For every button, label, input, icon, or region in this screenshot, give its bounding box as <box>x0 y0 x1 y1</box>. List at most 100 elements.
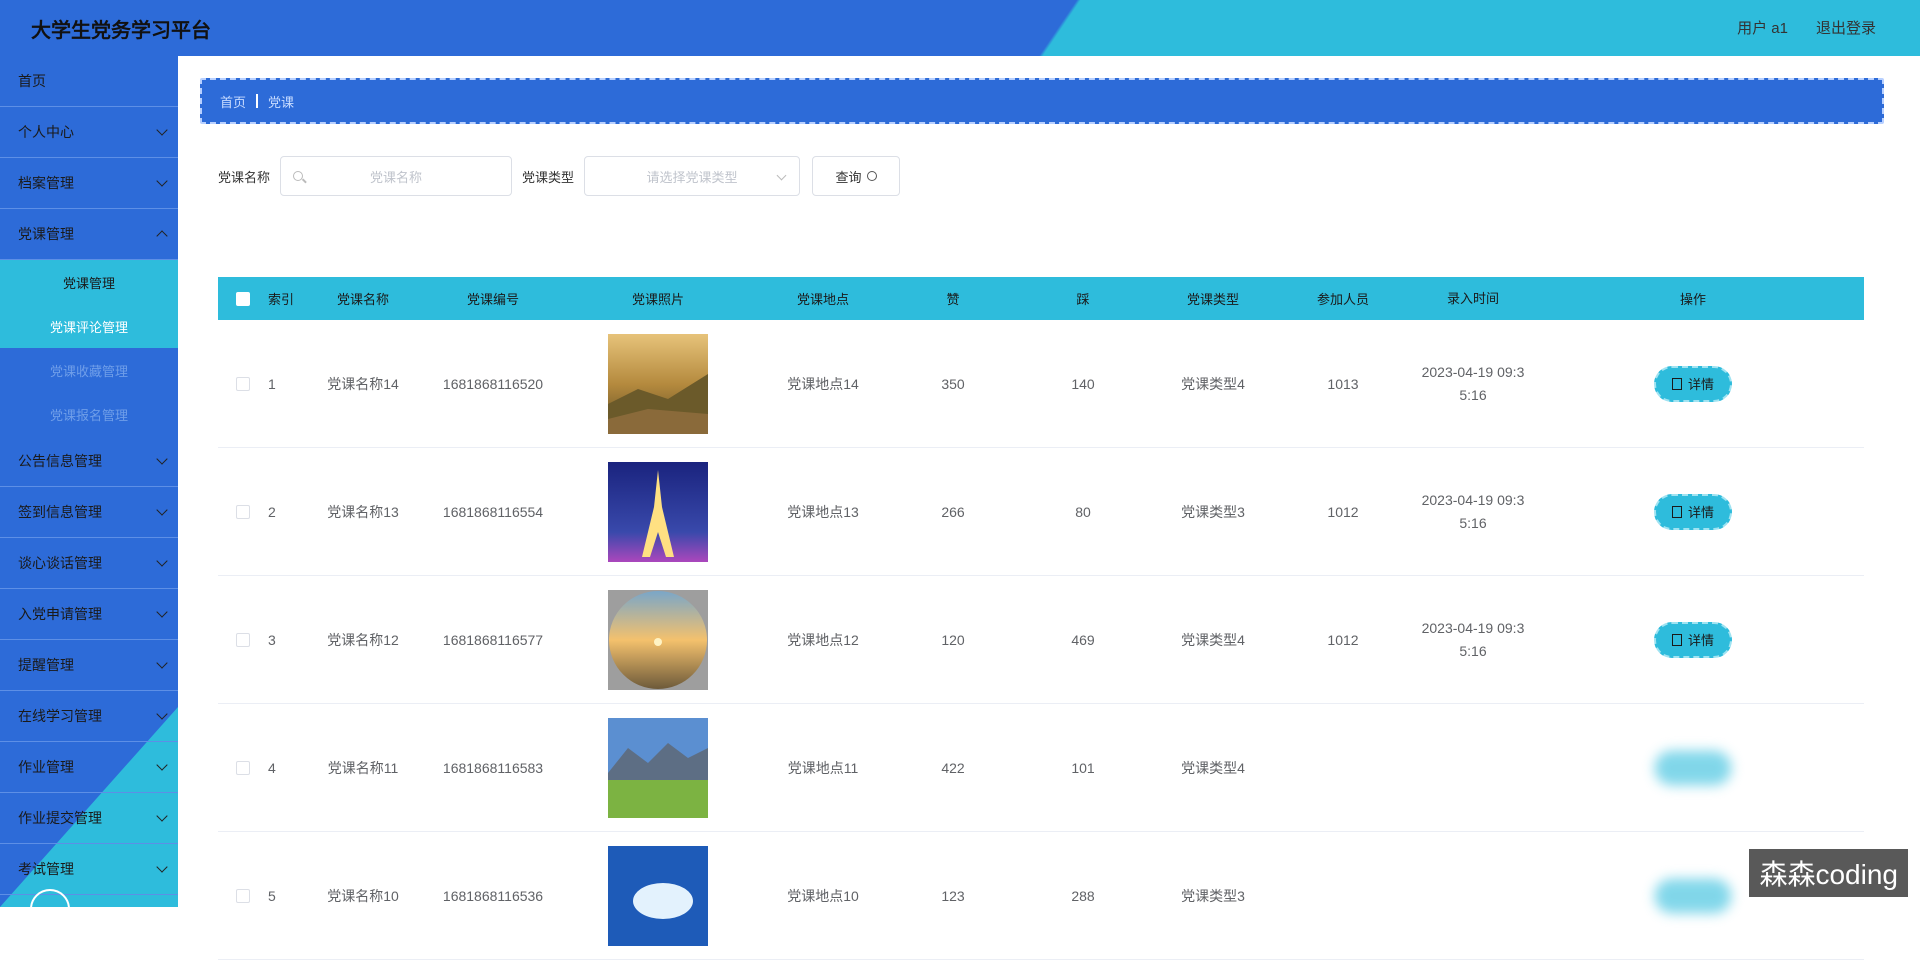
sidebar-item-label: 谈心谈话管理 <box>18 553 102 573</box>
logout-link[interactable]: 退出登录 <box>1816 17 1876 38</box>
row-name: 党课名称10 <box>298 886 428 906</box>
header-time: 录入时间 <box>1408 287 1538 310</box>
chevron-down-icon <box>156 708 167 719</box>
row-checkbox[interactable] <box>236 377 250 391</box>
row-checkbox[interactable] <box>236 761 250 775</box>
row-code: 1681868116520 <box>428 376 558 392</box>
row-dislikes: 140 <box>1018 376 1148 392</box>
row-type: 党课类型3 <box>1148 886 1278 906</box>
row-dislikes: 101 <box>1018 760 1148 776</box>
sidebar-item-label: 提醒管理 <box>18 655 74 675</box>
detail-button[interactable]: 详情 <box>1654 494 1732 530</box>
course-name-placeholder: 党课名称 <box>370 167 422 186</box>
row-type: 党课类型3 <box>1148 502 1278 522</box>
watermark: 森森coding <box>1749 849 1908 897</box>
row-dislikes: 80 <box>1018 504 1148 520</box>
sidebar-item-announcements[interactable]: 公告信息管理 <box>0 436 178 487</box>
row-checkbox[interactable] <box>236 505 250 519</box>
row-likes: 123 <box>888 888 1018 904</box>
submenu-item-course-favorites[interactable]: 党课收藏管理 <box>0 348 178 392</box>
breadcrumb-home[interactable]: 首页 <box>220 92 246 111</box>
detail-button[interactable]: 详情 <box>1654 366 1732 402</box>
row-time: 2023-04-19 09:35:16 <box>1408 489 1538 535</box>
row-code: 1681868116577 <box>428 632 558 648</box>
chevron-down-icon <box>156 124 167 135</box>
row-participants: 1012 <box>1278 632 1408 648</box>
row-likes: 266 <box>888 504 1018 520</box>
sidebar-item-label: 公告信息管理 <box>18 451 102 471</box>
search-icon <box>867 171 877 181</box>
sidebar-item-course-management[interactable]: 党课管理 <box>0 209 178 260</box>
document-icon <box>1672 634 1682 646</box>
detail-label: 详情 <box>1688 630 1714 649</box>
sidebar-item-homework-submission[interactable]: 作业提交管理 <box>0 793 178 844</box>
table-header: 索引 党课名称 党课编号 党课照片 党课地点 赞 踩 党课类型 参加人员 录入时… <box>218 277 1864 320</box>
query-label: 查询 <box>836 167 862 186</box>
row-location: 党课地点13 <box>758 502 888 522</box>
header-photo: 党课照片 <box>558 289 758 308</box>
course-name-input[interactable]: 党课名称 <box>280 156 512 196</box>
chevron-down-icon <box>156 657 167 668</box>
chevron-down-icon <box>156 453 167 464</box>
chevron-down-icon <box>156 759 167 770</box>
row-checkbox[interactable] <box>236 633 250 647</box>
row-code: 1681868116536 <box>428 888 558 904</box>
sidebar-item-label: 作业提交管理 <box>18 808 102 828</box>
row-time-line2: 5:16 <box>1408 640 1538 663</box>
main-content: 首页 党课 党课名称 党课名称 党课类型 请选择党课类型 查询 索引 党课名称 … <box>178 56 1912 907</box>
sidebar-item-reminders[interactable]: 提醒管理 <box>0 640 178 691</box>
row-likes: 422 <box>888 760 1018 776</box>
user-label[interactable]: 用户 a1 <box>1737 17 1788 38</box>
row-index: 5 <box>268 888 298 904</box>
chevron-down-icon <box>156 606 167 617</box>
detail-button[interactable] <box>1654 878 1732 914</box>
table-row: 3 党课名称12 1681868116577 党课地点12 120 469 党课… <box>218 576 1864 704</box>
row-index: 1 <box>268 376 298 392</box>
chevron-down-icon <box>156 810 167 821</box>
row-name: 党课名称11 <box>298 758 428 778</box>
submenu-item-course[interactable]: 党课管理 <box>0 260 178 304</box>
course-type-select[interactable]: 请选择党课类型 <box>584 156 800 196</box>
row-dislikes: 469 <box>1018 632 1148 648</box>
row-time-line1: 2023-04-19 09:3 <box>1408 617 1538 640</box>
detail-button[interactable]: 详情 <box>1654 622 1732 658</box>
row-time-line1: 2023-04-19 09:3 <box>1408 361 1538 384</box>
sidebar-item-label: 在线学习管理 <box>18 706 102 726</box>
row-code: 1681868116554 <box>428 504 558 520</box>
sidebar-item-archives[interactable]: 档案管理 <box>0 158 178 209</box>
detail-label: 详情 <box>1688 374 1714 393</box>
sidebar-item-label: 考试管理 <box>18 859 74 879</box>
row-time-line2: 5:16 <box>1408 384 1538 407</box>
table-row: 4 党课名称11 1681868116583 党课地点11 422 101 党课… <box>218 704 1864 832</box>
sidebar-item-home[interactable]: 首页 <box>0 56 178 107</box>
sidebar-item-applications[interactable]: 入党申请管理 <box>0 589 178 640</box>
row-location: 党课地点10 <box>758 886 888 906</box>
sidebar-item-checkin[interactable]: 签到信息管理 <box>0 487 178 538</box>
query-button[interactable]: 查询 <box>812 156 900 196</box>
row-location: 党课地点14 <box>758 374 888 394</box>
type-label: 党课类型 <box>522 167 574 186</box>
submenu-item-course-comments[interactable]: 党课评论管理 <box>0 304 178 348</box>
row-name: 党课名称13 <box>298 502 428 522</box>
sidebar-item-label: 签到信息管理 <box>18 502 102 522</box>
row-dislikes: 288 <box>1018 888 1148 904</box>
header-actions: 操作 <box>1538 289 1848 308</box>
document-icon <box>1672 378 1682 390</box>
detail-button[interactable] <box>1654 750 1732 786</box>
sidebar-item-exams[interactable]: 考试管理 <box>0 844 178 895</box>
select-all-checkbox[interactable] <box>236 292 250 306</box>
breadcrumb-current: 党课 <box>268 92 294 111</box>
row-checkbox[interactable] <box>236 889 250 903</box>
row-participants: 1013 <box>1278 376 1408 392</box>
sidebar-item-talks[interactable]: 谈心谈话管理 <box>0 538 178 589</box>
course-photo-green-valley <box>608 718 708 818</box>
breadcrumb-separator <box>256 94 258 108</box>
sidebar-item-online-learning[interactable]: 在线学习管理 <box>0 691 178 742</box>
submenu-item-course-signup[interactable]: 党课报名管理 <box>0 392 178 436</box>
sidebar-item-homework[interactable]: 作业管理 <box>0 742 178 793</box>
row-name: 党课名称14 <box>298 374 428 394</box>
sidebar-item-personal-center[interactable]: 个人中心 <box>0 107 178 158</box>
row-index: 3 <box>268 632 298 648</box>
header-location: 党课地点 <box>758 289 888 308</box>
chevron-down-icon <box>777 171 787 181</box>
